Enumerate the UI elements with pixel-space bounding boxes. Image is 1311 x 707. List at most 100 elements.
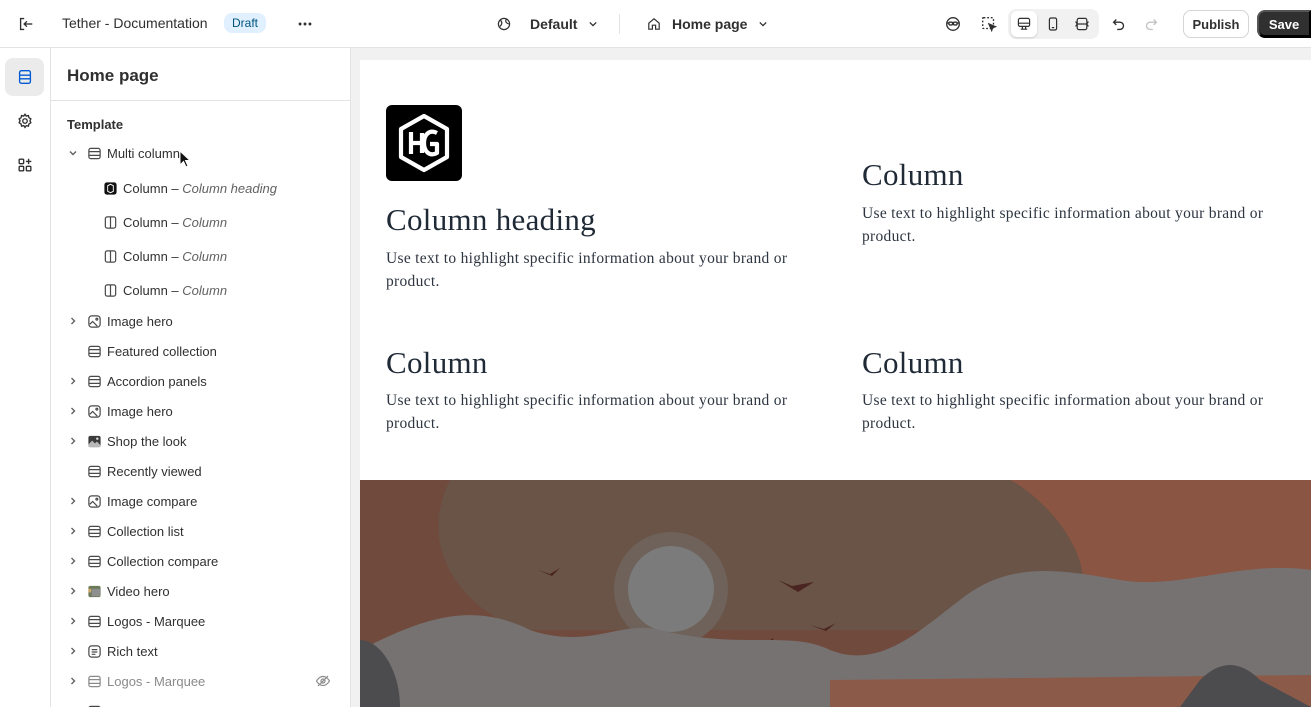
- tree-child-label: Column: [123, 180, 168, 196]
- exit-icon[interactable]: [12, 10, 40, 38]
- column-text[interactable]: Use text to highlight specific informati…: [386, 389, 816, 435]
- column-heading[interactable]: Column: [386, 345, 488, 381]
- tree-item-collection-list[interactable]: Collection list: [51, 516, 350, 546]
- chevron-down-icon: [759, 21, 768, 27]
- chevron-right-icon[interactable]: [67, 645, 79, 657]
- viewport-switcher: [1008, 9, 1099, 39]
- tree-item-label: Shop the look: [107, 433, 187, 449]
- tree-child-sub: Column: [182, 214, 228, 230]
- theme-preview: Column heading Use text to highlight spe…: [360, 60, 1311, 707]
- section-icon: [86, 373, 102, 389]
- tree-child-sub: Column: [182, 248, 228, 264]
- tree-item-featured-collection[interactable]: Featured collection: [51, 336, 350, 366]
- undo-icon[interactable]: [1105, 10, 1133, 38]
- tree-item-image-hero[interactable]: Image hero: [51, 306, 350, 336]
- publish-button[interactable]: Publish: [1183, 10, 1249, 38]
- tree-child-column[interactable]: Column – Column heading: [51, 173, 350, 203]
- section-icon: [86, 703, 102, 707]
- page-selector[interactable]: Home page: [646, 12, 771, 36]
- tree-item-label: Featured collection: [107, 343, 217, 359]
- tree-item-label: Image hero: [107, 403, 173, 419]
- tree-item-label: Collection compare: [107, 553, 219, 569]
- tree-item-logos-marquee-hidden[interactable]: Logos - Marquee: [51, 666, 350, 696]
- tree-child-label: Column: [123, 282, 168, 298]
- chevron-right-icon[interactable]: [67, 315, 79, 327]
- column-text[interactable]: Use text to highlight specific informati…: [862, 389, 1292, 435]
- fullwidth-icon[interactable]: [1069, 11, 1095, 37]
- page-selector-label: Home page: [672, 16, 748, 32]
- section-icon: [86, 553, 102, 569]
- theme-selector[interactable]: Default: [496, 12, 601, 36]
- desktop-icon[interactable]: [1011, 11, 1037, 37]
- chevron-right-icon[interactable]: [67, 525, 79, 537]
- chevron-right-icon[interactable]: [67, 495, 79, 507]
- tree-item-label: Image hero: [107, 313, 173, 329]
- tree-item-label: Rich text: [107, 643, 158, 659]
- tree-item-rich-text[interactable]: Rich text: [51, 636, 350, 666]
- store-title: Tether - Documentation: [62, 15, 208, 31]
- toolbar-divider: [619, 14, 620, 34]
- sections-icon[interactable]: [5, 58, 44, 96]
- column-text[interactable]: Use text to highlight specific informati…: [862, 202, 1292, 248]
- tree-item-video-hero[interactable]: Video hero: [51, 576, 350, 606]
- select-element-icon[interactable]: [975, 10, 1003, 38]
- section-icon: [86, 613, 102, 629]
- tree-child-sub: Column heading: [182, 180, 277, 196]
- tree-child-column[interactable]: Column – Column: [51, 275, 350, 305]
- brand-logo: [386, 105, 462, 181]
- tree-item-partial: [51, 696, 350, 707]
- tree-item-image-compare[interactable]: Image compare: [51, 486, 350, 516]
- chevron-right-icon[interactable]: [67, 435, 79, 447]
- tree-child-label: Column: [123, 214, 168, 230]
- chevron-right-icon[interactable]: [67, 555, 79, 567]
- tree-item-recently-viewed[interactable]: Recently viewed: [51, 456, 350, 486]
- chevron-right-icon[interactable]: [67, 585, 79, 597]
- column-heading[interactable]: Column heading: [386, 202, 596, 238]
- top-bar: Tether - Documentation Draft Default Hom…: [0, 0, 1311, 48]
- tree-child-column[interactable]: Column – Column: [51, 207, 350, 237]
- chevron-right-icon[interactable]: [67, 375, 79, 387]
- save-button[interactable]: Save: [1257, 10, 1311, 38]
- column-heading[interactable]: Column: [862, 345, 964, 381]
- tree-item-collection-compare[interactable]: Collection compare: [51, 546, 350, 576]
- eye-off-icon[interactable]: [315, 673, 331, 689]
- image-icon: [86, 313, 102, 329]
- column-icon: [102, 248, 118, 264]
- tree-item-logos-marquee[interactable]: Logos - Marquee: [51, 606, 350, 636]
- apps-icon[interactable]: [5, 146, 44, 184]
- theme-selector-label: Default: [530, 16, 578, 32]
- section-icon: [86, 145, 102, 161]
- column-icon: [102, 282, 118, 298]
- column-text[interactable]: Use text to highlight specific informati…: [386, 247, 816, 293]
- redo-icon[interactable]: [1137, 10, 1165, 38]
- chevron-right-icon[interactable]: [67, 615, 79, 627]
- chevron-down-icon[interactable]: [67, 147, 79, 159]
- image-icon: [86, 403, 102, 419]
- image-icon: [86, 493, 102, 509]
- tree-item-label: Logos - Marquee: [107, 673, 206, 689]
- tree-item-image-hero[interactable]: Image hero: [51, 396, 350, 426]
- tree-item-label: Multi column: [107, 145, 180, 161]
- section-icon: [86, 343, 102, 359]
- tree-item-accordion-panels[interactable]: Accordion panels: [51, 366, 350, 396]
- tree-child-column[interactable]: Column – Column: [51, 241, 350, 271]
- settings-icon[interactable]: [5, 102, 44, 140]
- tree-item-label: Recently viewed: [107, 463, 202, 479]
- tree-item-label: Image compare: [107, 493, 198, 509]
- text-icon: [86, 643, 102, 659]
- chevron-right-icon[interactable]: [67, 405, 79, 417]
- tree-item-multi-column[interactable]: Multi column: [51, 138, 350, 168]
- sections-sidebar: Home page Template Multi column Column –…: [51, 48, 351, 707]
- column-icon: [102, 214, 118, 230]
- section-icon: [86, 673, 102, 689]
- section-icon: [86, 463, 102, 479]
- image-hero-section[interactable]: [360, 480, 1311, 707]
- mobile-icon[interactable]: [1040, 11, 1066, 37]
- column-heading[interactable]: Column: [862, 157, 964, 193]
- section-icon: [86, 523, 102, 539]
- chevron-right-icon[interactable]: [67, 675, 79, 687]
- inspector-icon[interactable]: [939, 10, 967, 38]
- tree-item-shop-the-look[interactable]: Shop the look: [51, 426, 350, 456]
- more-horizontal-icon[interactable]: [291, 10, 319, 38]
- status-badge: Draft: [224, 13, 267, 33]
